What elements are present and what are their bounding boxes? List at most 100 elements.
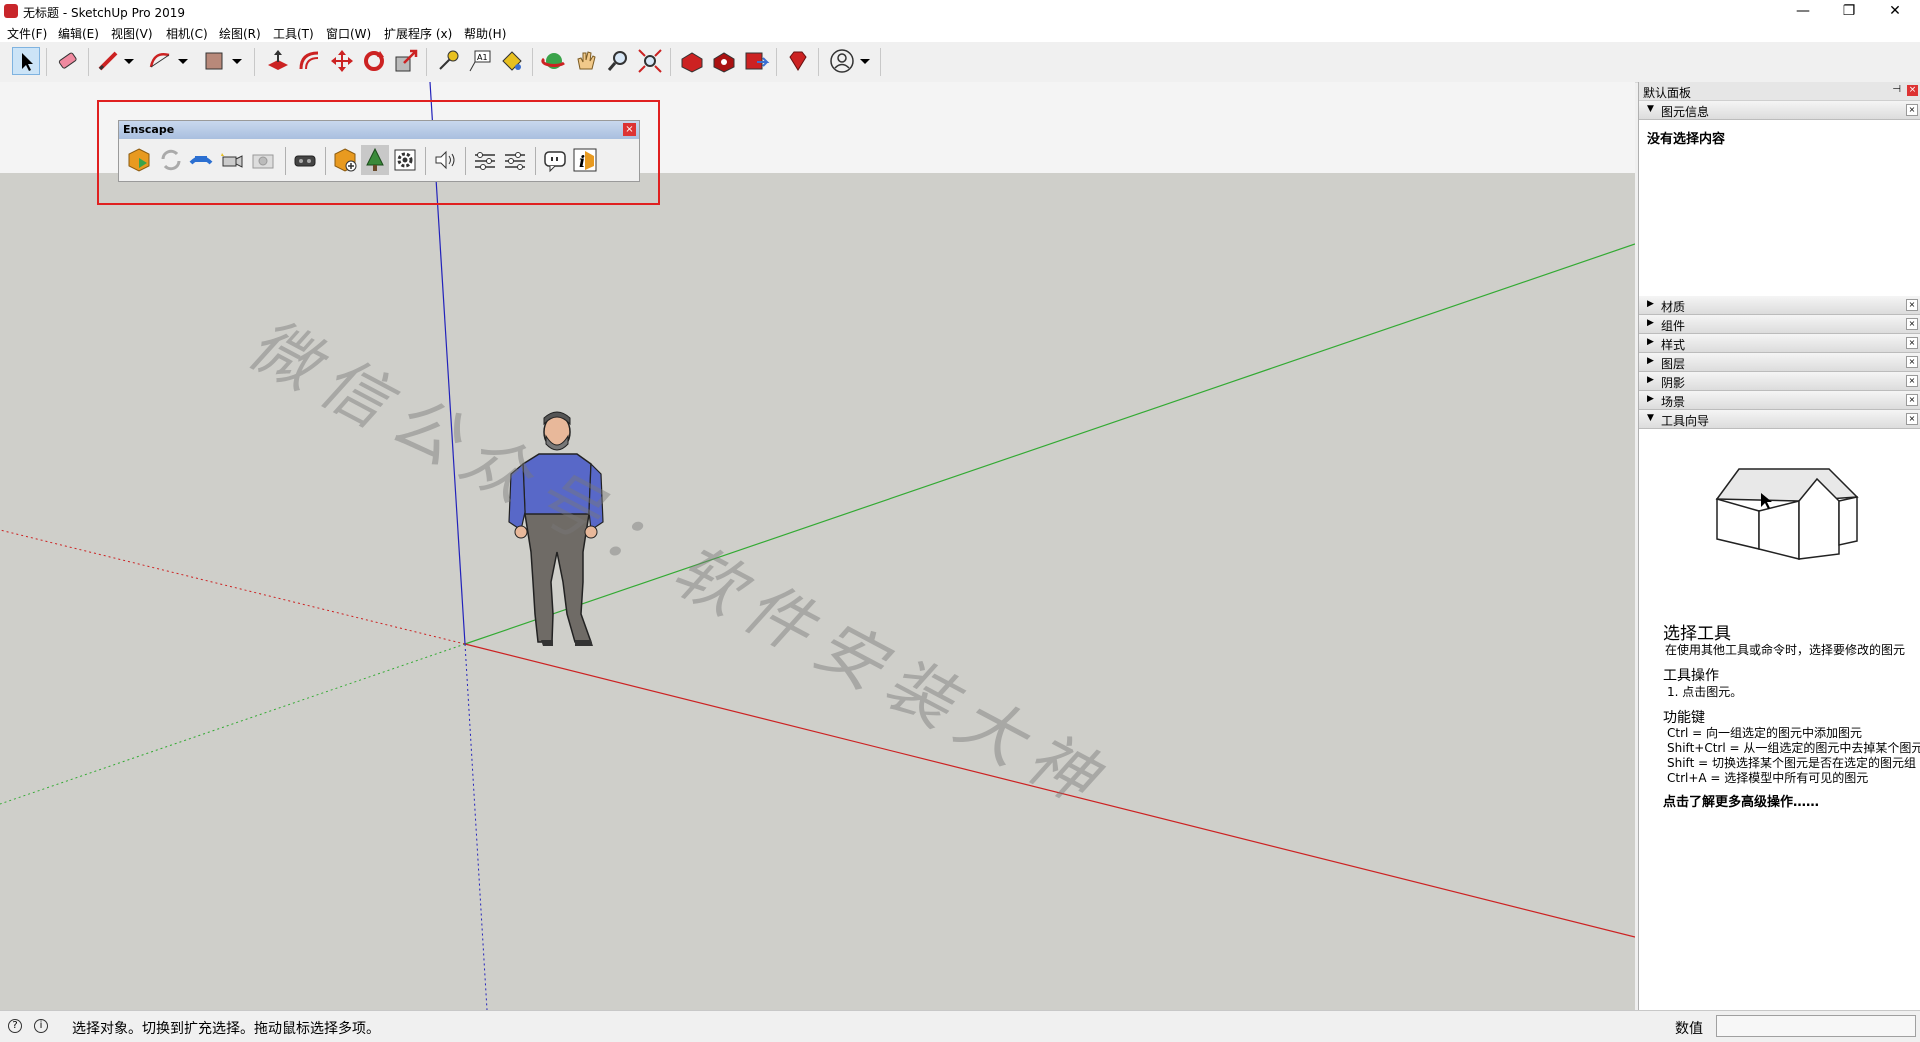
- minimize-button[interactable]: —: [1780, 0, 1826, 22]
- toolbar-separator: [818, 48, 819, 76]
- toolbar-separator: [426, 48, 427, 76]
- red-axis-negative: [0, 529, 466, 645]
- rectangle-dropdown-button[interactable]: [230, 47, 244, 75]
- tray-close-button[interactable]: ×: [1907, 85, 1918, 96]
- rectangle-tool-button[interactable]: [200, 47, 228, 75]
- instructor-op-step: 1. 点击图元。: [1667, 685, 1743, 699]
- toolbar-separator: [670, 48, 671, 76]
- panel-close-icon[interactable]: ×: [1906, 299, 1918, 311]
- panel-close-icon[interactable]: ×: [1906, 356, 1918, 368]
- ruby-console-button[interactable]: [784, 47, 812, 75]
- help-circle-icon[interactable]: ?: [8, 1019, 22, 1033]
- menu-file[interactable]: 文件(F): [7, 25, 47, 42]
- panel-close-icon[interactable]: ×: [1906, 337, 1918, 349]
- expanded-arrow-icon: ▼: [1647, 413, 1654, 423]
- menu-tools[interactable]: 工具(T): [273, 25, 314, 42]
- window-title: 无标题 - SketchUp Pro 2019: [23, 6, 185, 20]
- rectangle-icon: [205, 52, 223, 70]
- menu-extensions[interactable]: 扩展程序 (x): [384, 25, 452, 42]
- menu-window[interactable]: 窗口(W): [326, 25, 371, 42]
- pin-icon[interactable]: ⊣: [1892, 84, 1901, 95]
- rotate-tool-button[interactable]: [360, 47, 388, 75]
- panel-label: 工具向导: [1661, 414, 1710, 428]
- push-pull-tool-button[interactable]: [264, 47, 292, 75]
- orbit-icon: [541, 53, 565, 69]
- toolbar-separator: [776, 48, 777, 76]
- panel-components[interactable]: ▶ 组件 ×: [1639, 315, 1920, 334]
- instructor-description: 在使用其他工具或命令时，选择要修改的图元: [1665, 643, 1906, 657]
- measurements-input[interactable]: [1716, 1015, 1916, 1037]
- rotate-icon: [364, 51, 384, 71]
- panel-close-icon[interactable]: ×: [1906, 375, 1918, 387]
- panel-close-icon[interactable]: ×: [1906, 104, 1918, 116]
- tray-title: 默认面板: [1643, 86, 1692, 100]
- 3d-warehouse-button[interactable]: [678, 47, 706, 75]
- menu-edit[interactable]: 编辑(E): [58, 25, 99, 42]
- zoom-extents-icon: [638, 49, 662, 73]
- menu-camera[interactable]: 相机(C): [166, 25, 208, 42]
- close-window-button[interactable]: ✕: [1872, 0, 1918, 22]
- info-circle-icon[interactable]: i: [34, 1019, 48, 1033]
- tape-measure-icon: [439, 50, 459, 70]
- toolbar-separator: [88, 48, 89, 76]
- panel-layers[interactable]: ▶ 图层 ×: [1639, 353, 1920, 372]
- eraser-tool-button[interactable]: [54, 47, 82, 75]
- panel-materials[interactable]: ▶ 材质 ×: [1639, 296, 1920, 315]
- warehouse-icon: [681, 52, 703, 73]
- menu-draw[interactable]: 绘图(R): [219, 25, 261, 42]
- tape-measure-tool-button[interactable]: [434, 47, 462, 75]
- instructor-ops-heading: 工具操作: [1663, 668, 1719, 684]
- layout-send-button[interactable]: [742, 47, 770, 75]
- panel-close-icon[interactable]: ×: [1906, 318, 1918, 330]
- magnifier-icon: [607, 51, 627, 71]
- ruby-gem-icon: [789, 51, 807, 71]
- toolbar-separator: [532, 48, 533, 76]
- panel-label: 图元信息: [1661, 105, 1710, 119]
- extension-warehouse-button[interactable]: [710, 47, 738, 75]
- move-tool-button[interactable]: [328, 47, 356, 75]
- menu-help[interactable]: 帮助(H): [464, 25, 506, 42]
- panel-label: 样式: [1661, 338, 1686, 352]
- scale-tool-button[interactable]: [392, 47, 420, 75]
- instructor-body: 选择工具 在使用其他工具或命令时，选择要修改的图元 工具操作 1. 点击图元。 …: [1639, 429, 1920, 949]
- text-tool-button[interactable]: A1: [466, 47, 494, 75]
- panel-scenes[interactable]: ▶ 场景 ×: [1639, 391, 1920, 410]
- panel-close-icon[interactable]: ×: [1906, 413, 1918, 425]
- panel-close-icon[interactable]: ×: [1906, 394, 1918, 406]
- pan-tool-button[interactable]: [572, 47, 600, 75]
- account-button[interactable]: [828, 47, 856, 75]
- arc-tool-button[interactable]: [146, 47, 174, 75]
- paint-bucket-tool-button[interactable]: [498, 47, 526, 75]
- model-viewport[interactable]: 微信公众号：软件安装大神: [0, 82, 1635, 1010]
- offset-tool-button[interactable]: [296, 47, 324, 75]
- line-dropdown-button[interactable]: [122, 47, 136, 75]
- collapsed-arrow-icon: ▶: [1647, 375, 1654, 385]
- arc-dropdown-button[interactable]: [176, 47, 190, 75]
- paint-bucket-icon: [502, 51, 522, 71]
- line-tool-button[interactable]: [94, 47, 122, 75]
- account-dropdown-button[interactable]: [858, 47, 872, 75]
- panel-entity-info[interactable]: ▼ 图元信息 ×: [1639, 101, 1920, 120]
- chevron-down-icon: [232, 59, 242, 64]
- layout-icon: [745, 52, 770, 70]
- zoom-extents-tool-button[interactable]: [636, 47, 664, 75]
- restore-button[interactable]: ❐: [1826, 0, 1872, 22]
- blue-axis-negative: [464, 643, 488, 1010]
- hand-icon: [577, 51, 596, 70]
- panel-styles[interactable]: ▶ 样式 ×: [1639, 334, 1920, 353]
- select-tool-button[interactable]: [12, 47, 40, 75]
- panel-shadows[interactable]: ▶ 阴影 ×: [1639, 372, 1920, 391]
- zoom-tool-button[interactable]: [604, 47, 632, 75]
- toolbar-separator: [254, 48, 255, 76]
- menu-view[interactable]: 视图(V): [111, 25, 153, 42]
- no-selection-text: 没有选择内容: [1647, 132, 1726, 147]
- learn-more-link[interactable]: 点击了解更多高级操作……: [1663, 791, 1819, 810]
- status-message: 选择对象。切换到扩充选择。拖动鼠标选择多项。: [72, 1021, 380, 1037]
- panel-instructor[interactable]: ▼ 工具向导 ×: [1639, 410, 1920, 429]
- pencil-icon: [98, 51, 118, 71]
- arc-icon: [149, 53, 170, 68]
- orbit-tool-button[interactable]: [540, 47, 568, 75]
- collapsed-arrow-icon: ▶: [1647, 356, 1654, 366]
- status-bar: ? i 选择对象。切换到扩充选择。拖动鼠标选择多项。 数值: [0, 1010, 1920, 1042]
- collapsed-arrow-icon: ▶: [1647, 318, 1654, 328]
